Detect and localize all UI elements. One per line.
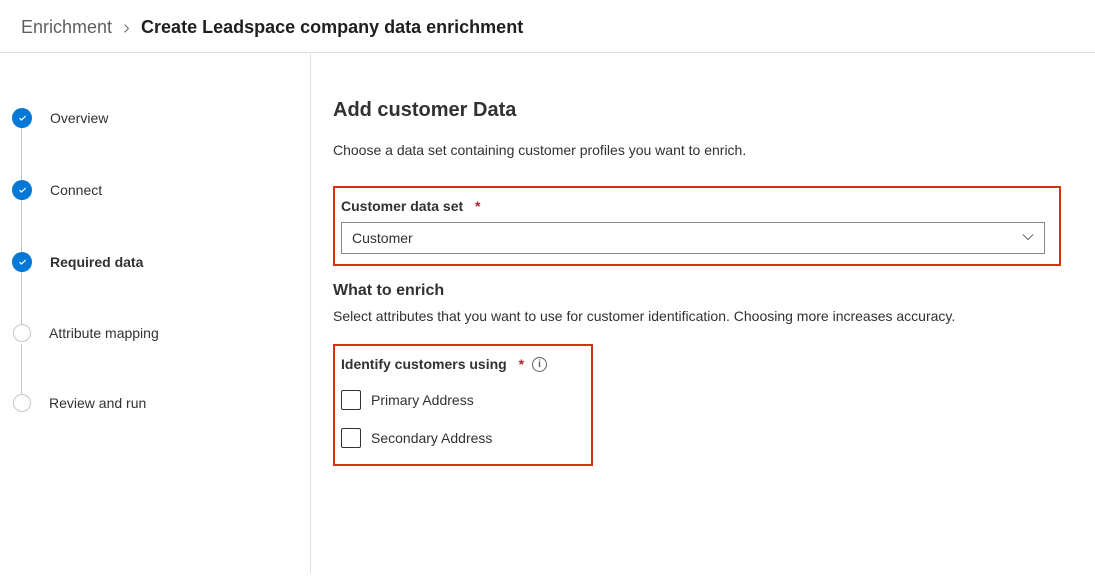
step-label: Overview [50,110,108,126]
select-value: Customer [352,230,413,246]
step-label: Review and run [49,395,146,411]
enrich-description: Select attributes that you want to use f… [333,308,1061,324]
checkbox-secondary-address[interactable] [341,428,361,448]
step-review-run[interactable]: Review and run [12,394,310,412]
identify-label: Identify customers using * i [341,356,577,372]
checkbox-label: Secondary Address [371,430,492,446]
checkbox-primary-address[interactable] [341,390,361,410]
step-label: Attribute mapping [49,325,159,341]
step-label: Required data [50,254,143,270]
required-asterisk: * [475,198,480,214]
step-attribute-mapping[interactable]: Attribute mapping [12,324,310,394]
page-title: Add customer Data [333,99,1061,122]
check-circle-icon [12,108,32,128]
step-overview[interactable]: Overview [12,108,310,180]
identify-customers-section: Identify customers using * i Primary Add… [333,344,593,466]
required-asterisk: * [519,356,524,372]
step-required-data[interactable]: Required data [12,252,310,324]
step-connect[interactable]: Connect [12,180,310,252]
enrich-title: What to enrich [333,282,1061,300]
step-label: Connect [50,182,102,198]
breadcrumb: Enrichment Create Leadspace company data… [0,0,1095,53]
chevron-right-icon [122,20,131,36]
breadcrumb-current: Create Leadspace company data enrichment [141,17,523,38]
checkbox-row-secondary-address: Secondary Address [341,428,577,448]
checkbox-row-primary-address: Primary Address [341,390,577,410]
wizard-sidebar: Overview Connect Required data Attribute [0,53,311,573]
breadcrumb-parent-link[interactable]: Enrichment [21,17,112,38]
dataset-label: Customer data set * [341,198,1045,214]
page-description: Choose a data set containing customer pr… [333,142,1061,158]
circle-icon [13,394,31,412]
checkbox-label: Primary Address [371,392,474,408]
check-circle-icon [12,252,32,272]
check-circle-icon [12,180,32,200]
customer-dataset-section: Customer data set * Customer [333,186,1061,266]
circle-icon [13,324,31,342]
customer-dataset-select[interactable]: Customer [341,222,1045,254]
main-content: Add customer Data Choose a data set cont… [311,53,1095,573]
chevron-down-icon [1022,230,1034,246]
info-icon[interactable]: i [532,357,547,372]
